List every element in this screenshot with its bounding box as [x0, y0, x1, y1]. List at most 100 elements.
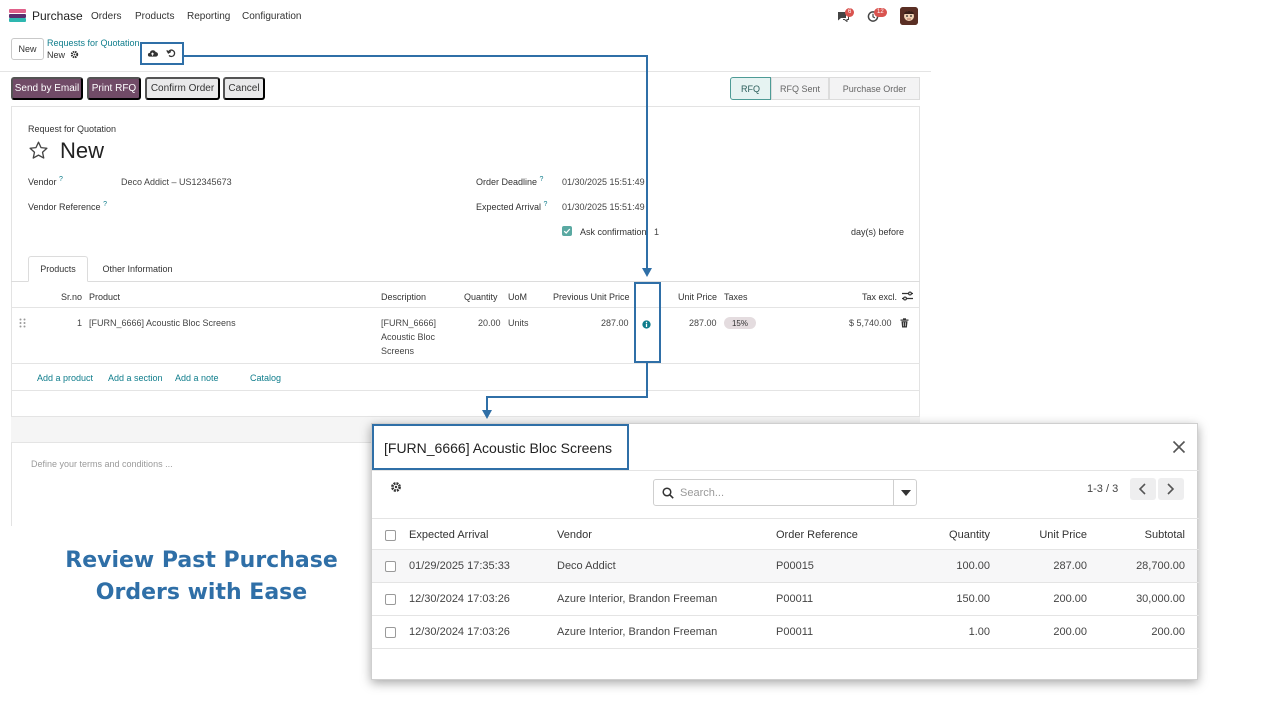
row-order-reference: P00011	[776, 593, 814, 605]
header-divider	[0, 71, 931, 72]
row-checkbox[interactable]	[385, 594, 396, 605]
line-unit-price[interactable]: 287.00	[689, 318, 717, 328]
row-quantity: 150.00	[956, 593, 990, 605]
pager-previous-button[interactable]	[1130, 478, 1156, 500]
tab-other-information[interactable]: Other Information	[89, 256, 186, 282]
col-taxes[interactable]: Taxes	[724, 292, 748, 302]
line-description-2[interactable]: Acoustic Bloc	[381, 332, 435, 342]
row-subtotal: 200.00	[1151, 626, 1185, 638]
menu-products[interactable]: Products	[135, 11, 174, 22]
status-purchase-order[interactable]: Purchase Order	[829, 77, 920, 100]
purchase-history-dialog: [FURN_6666] Acoustic Bloc Screens 1-3 / …	[371, 423, 1199, 680]
days-before-label: day(s) before	[851, 227, 905, 237]
col-uom[interactable]: UoM	[508, 292, 527, 302]
line-subtotal: $ 5,740.00	[849, 318, 892, 328]
expected-arrival-help-icon[interactable]: ?	[544, 201, 548, 208]
table-header-divider	[11, 307, 920, 308]
row-vendor: Deco Addict	[557, 560, 616, 572]
ask-confirmation-checkbox[interactable]	[562, 226, 572, 236]
ask-confirmation-days-field[interactable]: 1	[654, 227, 659, 237]
gear-icon[interactable]	[390, 481, 402, 493]
purchase-app-icon[interactable]	[9, 9, 26, 22]
status-rfq-sent[interactable]: RFQ Sent	[771, 77, 829, 100]
add-product-link[interactable]: Add a product	[37, 373, 93, 383]
favorite-star-icon[interactable]	[28, 140, 49, 161]
col-srno[interactable]: Sr.no	[61, 292, 82, 302]
search-options-toggle[interactable]	[893, 480, 917, 505]
vendor-label: Vendor ?	[28, 176, 63, 187]
menu-configuration[interactable]: Configuration	[242, 11, 301, 22]
row-checkbox[interactable]	[385, 561, 396, 572]
app-name[interactable]: Purchase	[32, 9, 83, 23]
line-tax-badge[interactable]: 15%	[724, 317, 756, 329]
trash-icon[interactable]	[900, 318, 909, 328]
confirm-order-button[interactable]: Confirm Order	[145, 77, 220, 100]
terms-conditions-input[interactable]: Define your terms and conditions ...	[31, 459, 173, 469]
column-settings-icon[interactable]	[902, 291, 913, 301]
row-expected-arrival: 12/30/2024 17:03:26	[409, 593, 510, 605]
status-bar: RFQ RFQ Sent Purchase Order	[730, 77, 920, 100]
pager-next-button[interactable]	[1158, 478, 1184, 500]
dialog-header-divider	[372, 470, 1199, 471]
col-subtotal[interactable]: Subtotal	[1105, 529, 1185, 541]
send-by-email-button[interactable]: Send by Email	[11, 77, 83, 100]
menu-reporting[interactable]: Reporting	[187, 11, 230, 22]
row-order-reference: P00011	[776, 626, 814, 638]
order-deadline-help-icon[interactable]: ?	[540, 176, 544, 183]
order-deadline-field[interactable]: 01/30/2025 15:51:49	[562, 177, 645, 187]
cancel-button[interactable]: Cancel	[223, 77, 265, 100]
line-description-1[interactable]: [FURN_6666]	[381, 318, 436, 328]
add-section-link[interactable]: Add a section	[108, 373, 163, 383]
record-title: New	[60, 138, 105, 163]
vendor-help-icon[interactable]: ?	[59, 176, 63, 183]
breadcrumb-current: New	[47, 50, 66, 60]
cloud-upload-icon[interactable]	[147, 48, 158, 58]
close-icon[interactable]	[1172, 440, 1186, 454]
table-row-divider	[11, 363, 920, 364]
add-note-link[interactable]: Add a note	[175, 373, 219, 383]
line-description-3[interactable]: Screens	[381, 346, 414, 356]
col-quantity[interactable]: Quantity	[464, 292, 498, 302]
row-quantity: 1.00	[968, 626, 990, 638]
discard-undo-icon[interactable]	[166, 48, 176, 58]
user-avatar[interactable]	[900, 7, 918, 25]
dialog-title: [FURN_6666] Acoustic Bloc Screens	[384, 440, 612, 456]
new-record-button[interactable]: New	[11, 38, 44, 60]
select-all-checkbox[interactable]	[385, 530, 396, 541]
col-unit-price[interactable]: Unit Price	[678, 292, 717, 302]
search-input[interactable]	[680, 484, 886, 502]
vendor-reference-label: Vendor Reference ?	[28, 201, 107, 212]
row-checkbox[interactable]	[385, 627, 396, 638]
print-rfq-button[interactable]: Print RFQ	[87, 77, 141, 100]
row-expected-arrival: 12/30/2024 17:03:26	[409, 626, 510, 638]
chevron-right-icon	[1167, 483, 1175, 495]
col-product[interactable]: Product	[89, 292, 120, 302]
connector-line	[646, 363, 648, 398]
row-vendor: Azure Interior, Brandon Freeman	[557, 593, 718, 605]
line-quantity[interactable]: 20.00	[478, 318, 501, 328]
col-expected-arrival[interactable]: Expected Arrival	[409, 529, 488, 541]
col-order-reference[interactable]: Order Reference	[776, 529, 858, 541]
col-description[interactable]: Description	[381, 292, 426, 302]
col-tax-excl[interactable]: Tax excl.	[862, 292, 897, 302]
breadcrumb-parent-link[interactable]: Requests for Quotation	[47, 38, 140, 48]
pager-value[interactable]: 1-3 / 3	[1087, 483, 1118, 495]
menu-orders[interactable]: Orders	[91, 11, 122, 22]
expected-arrival-field[interactable]: 01/30/2025 15:51:49	[562, 202, 645, 212]
vendor-field[interactable]: Deco Addict – US12345673	[121, 177, 232, 187]
chat-count-badge: 6	[845, 8, 855, 17]
col-unit-price[interactable]: Unit Price	[1007, 529, 1087, 541]
status-rfq[interactable]: RFQ	[730, 77, 771, 100]
col-previous-unit-price[interactable]: Previous Unit Price	[553, 292, 630, 302]
drag-handle-icon[interactable]	[19, 318, 26, 328]
tab-products[interactable]: Products	[28, 256, 88, 282]
col-vendor[interactable]: Vendor	[557, 529, 592, 541]
arrow-down-icon	[642, 268, 652, 277]
col-quantity[interactable]: Quantity	[910, 529, 990, 541]
promo-line-2: Orders with Ease	[95, 580, 308, 605]
line-product[interactable]: [FURN_6666] Acoustic Bloc Screens	[89, 318, 236, 328]
gear-icon[interactable]	[70, 50, 79, 59]
vendor-ref-help-icon[interactable]: ?	[103, 201, 107, 208]
line-uom[interactable]: Units	[508, 318, 529, 328]
catalog-link[interactable]: Catalog	[250, 373, 281, 383]
